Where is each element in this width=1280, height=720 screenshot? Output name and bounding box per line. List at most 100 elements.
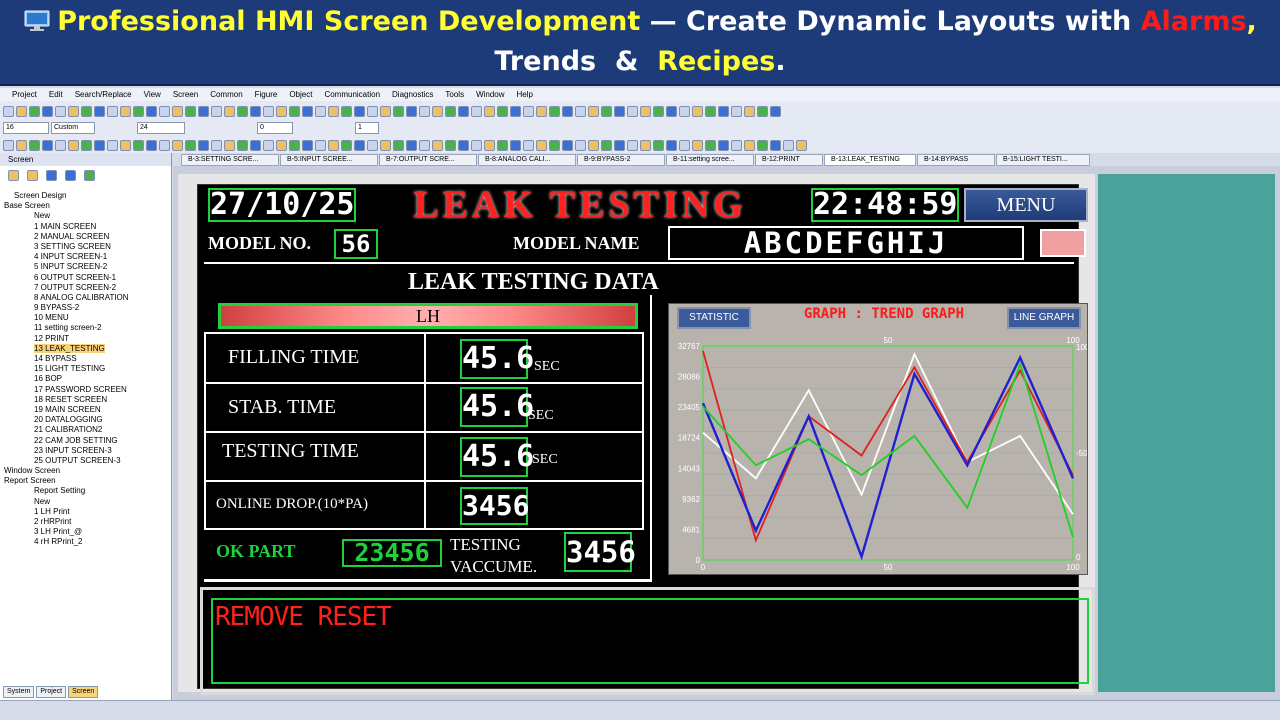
toolbar-button-icon[interactable] bbox=[458, 139, 469, 151]
refresh-icon[interactable] bbox=[84, 170, 95, 181]
tree-item[interactable]: 2 MANUAL SCREEN bbox=[0, 232, 129, 242]
tree-item[interactable]: 12 PRINT bbox=[0, 334, 129, 344]
toolbar-button-icon[interactable] bbox=[484, 139, 495, 151]
tree-item[interactable]: New bbox=[0, 211, 129, 221]
toolbar-button-icon[interactable] bbox=[289, 105, 300, 117]
toolbar-button-icon[interactable] bbox=[692, 105, 703, 117]
toolbar-button-icon[interactable] bbox=[419, 139, 430, 151]
toolbar-button-icon[interactable] bbox=[692, 139, 703, 151]
tree-item[interactable]: 15 LIGHT TESTING bbox=[0, 364, 129, 374]
toolbar-button-icon[interactable] bbox=[757, 139, 768, 151]
toolbar-button-icon[interactable] bbox=[718, 105, 729, 117]
toolbar-button-icon[interactable] bbox=[263, 139, 274, 151]
font-size-select[interactable]: 16 bbox=[3, 122, 49, 134]
toolbar-button-icon[interactable] bbox=[133, 139, 144, 151]
menu-search-replace[interactable]: Search/Replace bbox=[75, 88, 132, 101]
tree-item[interactable]: 3 LH Print_@ bbox=[0, 527, 129, 537]
toolbar-button-icon[interactable] bbox=[94, 105, 105, 117]
toolbar-button-icon[interactable] bbox=[393, 105, 404, 117]
toolbar-button-icon[interactable] bbox=[198, 139, 209, 151]
menu-diagnostics[interactable]: Diagnostics bbox=[392, 88, 433, 101]
tree-item[interactable]: 20 DATALOGGING bbox=[0, 415, 129, 425]
tree-item[interactable]: 13 LEAK_TESTING bbox=[0, 343, 129, 354]
toolbar-button-icon[interactable] bbox=[3, 105, 14, 117]
toolbar-button-icon[interactable] bbox=[471, 105, 482, 117]
tree-item[interactable]: Base Screen bbox=[0, 201, 129, 211]
toolbar-button-icon[interactable] bbox=[211, 139, 222, 151]
toolbar-button-icon[interactable] bbox=[68, 105, 79, 117]
toolbar-button-icon[interactable] bbox=[107, 139, 118, 151]
toolbar-button-icon[interactable] bbox=[640, 105, 651, 117]
tree-item[interactable]: New bbox=[0, 497, 129, 507]
toolbar-button-icon[interactable] bbox=[354, 139, 365, 151]
toolbar-button-icon[interactable] bbox=[705, 105, 716, 117]
toolbar-button-icon[interactable] bbox=[341, 139, 352, 151]
toolbar-button-icon[interactable] bbox=[224, 105, 235, 117]
properties-icon[interactable] bbox=[65, 170, 76, 181]
toolbar-button-icon[interactable] bbox=[627, 105, 638, 117]
toolbar-button-icon[interactable] bbox=[367, 139, 378, 151]
toolbar-button-icon[interactable] bbox=[666, 105, 677, 117]
toolbar-button-icon[interactable] bbox=[42, 105, 53, 117]
toolbar-button-icon[interactable] bbox=[172, 105, 183, 117]
doc-tab[interactable]: B-8:ANALOG CALI... bbox=[478, 154, 576, 166]
toolbar-button-icon[interactable] bbox=[16, 105, 27, 117]
toolbar-button-icon[interactable] bbox=[250, 139, 261, 151]
toolbar-button-icon[interactable] bbox=[276, 105, 287, 117]
tree-item[interactable]: 16 BOP bbox=[0, 374, 129, 384]
toolbar-button-icon[interactable] bbox=[159, 139, 170, 151]
toolbar-button-icon[interactable] bbox=[653, 139, 664, 151]
tree-item[interactable]: 10 MENU bbox=[0, 313, 129, 323]
menu-object[interactable]: Object bbox=[289, 88, 312, 101]
toolbar-button-icon[interactable] bbox=[497, 105, 508, 117]
toolbar-button-icon[interactable] bbox=[315, 105, 326, 117]
toolbar-button-icon[interactable] bbox=[588, 105, 599, 117]
toolbar-button-icon[interactable] bbox=[328, 139, 339, 151]
tree-item[interactable]: 25 OUTPUT SCREEN-3 bbox=[0, 456, 129, 466]
toolbar-button-icon[interactable] bbox=[666, 139, 677, 151]
toolbar-button-icon[interactable] bbox=[718, 139, 729, 151]
statistic-button[interactable]: STATISTIC bbox=[677, 307, 751, 329]
toolbar-button-icon[interactable] bbox=[107, 105, 118, 117]
toolbar-button-icon[interactable] bbox=[614, 105, 625, 117]
toolbar-button-icon[interactable] bbox=[81, 139, 92, 151]
menu-window[interactable]: Window bbox=[476, 88, 504, 101]
toolbar-button-icon[interactable] bbox=[380, 139, 391, 151]
toolbar-button-icon[interactable] bbox=[94, 139, 105, 151]
toolbar-button-icon[interactable] bbox=[406, 139, 417, 151]
doc-tab[interactable]: B-13:LEAK_TESTING bbox=[824, 154, 916, 166]
toolbar-button-icon[interactable] bbox=[159, 105, 170, 117]
toolbar-button-icon[interactable] bbox=[341, 105, 352, 117]
toolbar-button-icon[interactable] bbox=[653, 105, 664, 117]
tree-item[interactable]: 9 BYPASS-2 bbox=[0, 303, 129, 313]
toolbar-button-icon[interactable] bbox=[744, 105, 755, 117]
toolbar-button-icon[interactable] bbox=[276, 139, 287, 151]
toolbar-button-icon[interactable] bbox=[731, 139, 742, 151]
toolbar-button-icon[interactable] bbox=[575, 139, 586, 151]
tree-item[interactable]: Window Screen bbox=[0, 466, 129, 476]
toolbar-button-icon[interactable] bbox=[328, 105, 339, 117]
tree-item[interactable]: 23 INPUT SCREEN-3 bbox=[0, 446, 129, 456]
tree-item[interactable]: 5 INPUT SCREEN-2 bbox=[0, 262, 129, 272]
toolbar-button-icon[interactable] bbox=[783, 139, 794, 151]
menu-project[interactable]: Project bbox=[12, 88, 37, 101]
toolbar-button-icon[interactable] bbox=[601, 139, 612, 151]
tab-project[interactable]: Project bbox=[36, 686, 67, 698]
toolbar-button-icon[interactable] bbox=[770, 105, 781, 117]
toolbar-button-icon[interactable] bbox=[523, 105, 534, 117]
tree-item[interactable]: Screen Design bbox=[0, 191, 129, 201]
screen-icon[interactable] bbox=[46, 170, 57, 181]
toolbar-button-icon[interactable] bbox=[679, 139, 690, 151]
menu-figure[interactable]: Figure bbox=[255, 88, 278, 101]
toolbar-button-icon[interactable] bbox=[458, 105, 469, 117]
toolbar-button-icon[interactable] bbox=[263, 105, 274, 117]
tree-item[interactable]: 2 rHRPrint bbox=[0, 517, 129, 527]
menu-help[interactable]: Help bbox=[517, 88, 533, 101]
toolbar-button-icon[interactable] bbox=[55, 139, 66, 151]
zoom-select[interactable]: 24 bbox=[137, 122, 185, 134]
tree-item[interactable]: 1 LH Print bbox=[0, 507, 129, 517]
tree-item[interactable]: 21 CALIBRATION2 bbox=[0, 425, 129, 435]
tree-item[interactable]: 1 MAIN SCREEN bbox=[0, 222, 129, 232]
toolbar-button-icon[interactable] bbox=[120, 139, 131, 151]
toolbar-button-icon[interactable] bbox=[679, 105, 690, 117]
